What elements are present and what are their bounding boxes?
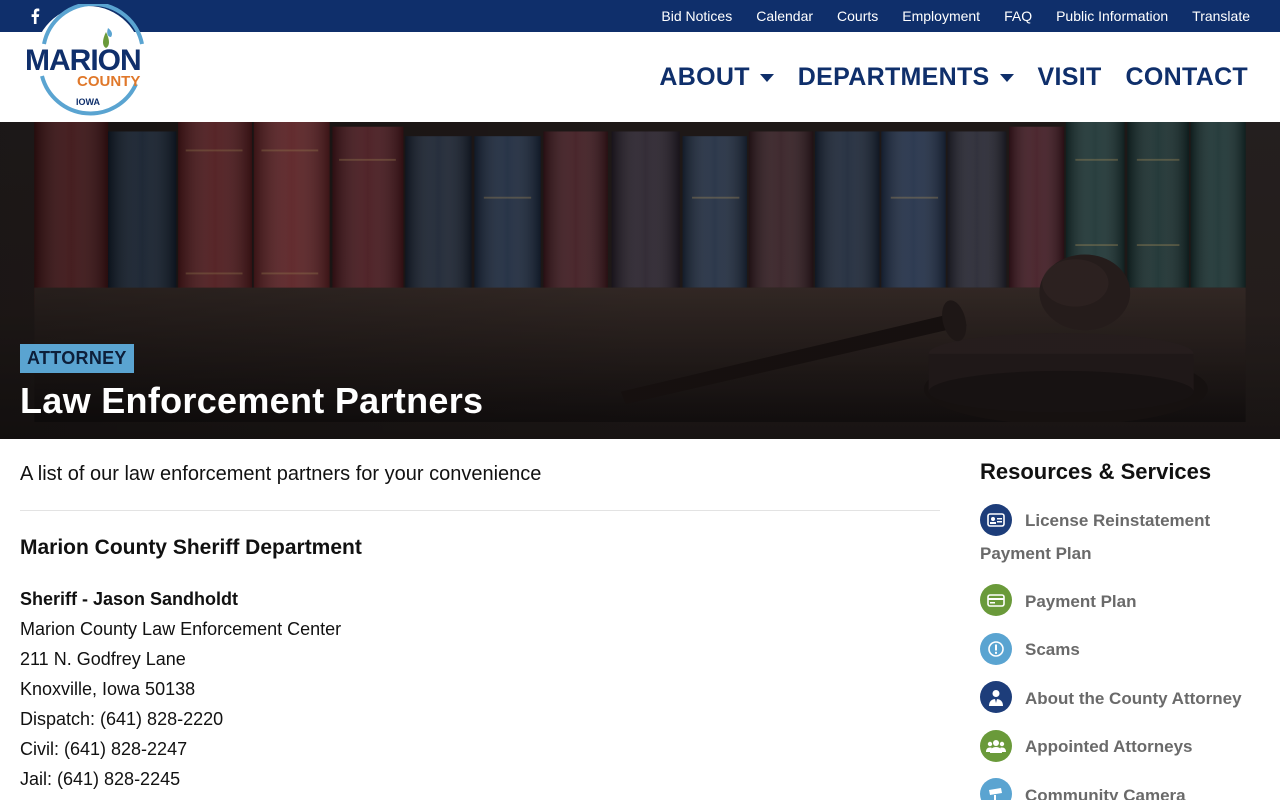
resource-label: About the County Attorney bbox=[1025, 688, 1242, 708]
resource-appointed-attorneys[interactable]: Appointed Attorneys bbox=[980, 729, 1270, 764]
hero-banner: ATTORNEY Law Enforcement Partners bbox=[0, 122, 1280, 439]
contact-line-building: Marion County Law Enforcement Center bbox=[20, 619, 342, 639]
nav-about-label: ABOUT bbox=[659, 62, 750, 91]
intro-text: A list of our law enforcement partners f… bbox=[20, 463, 542, 485]
hero-category-tag[interactable]: ATTORNEY bbox=[20, 344, 134, 373]
nav-visit-label: VISIT bbox=[1037, 62, 1102, 91]
content-divider bbox=[20, 510, 940, 511]
main-nav: ABOUT DEPARTMENTS VISIT CONTACT bbox=[659, 32, 1248, 122]
resource-payment-plan[interactable]: Payment Plan bbox=[980, 584, 1270, 619]
resource-community-camera[interactable]: Community Camera bbox=[980, 778, 1270, 800]
contact-heading: Sheriff - Jason Sandholdt bbox=[20, 589, 239, 609]
util-link-public-information[interactable]: Public Information bbox=[1056, 8, 1168, 24]
util-link-calendar[interactable]: Calendar bbox=[756, 8, 813, 24]
util-link-employment[interactable]: Employment bbox=[902, 8, 980, 24]
util-link-translate[interactable]: Translate bbox=[1192, 8, 1250, 24]
resource-label: Payment Plan bbox=[1025, 591, 1137, 611]
camera-icon bbox=[980, 778, 1012, 800]
contact-line-dispatch: Dispatch: (641) 828-2220 bbox=[20, 709, 224, 729]
credit-card-icon bbox=[980, 584, 1012, 617]
sheriff-contact-block: Sheriff - Jason Sandholdt Marion County … bbox=[20, 584, 940, 794]
resource-label: Scams bbox=[1025, 640, 1080, 660]
alert-icon bbox=[980, 632, 1012, 665]
nav-visit[interactable]: VISIT bbox=[1038, 63, 1102, 92]
logo-text-iowa: IOWA bbox=[76, 97, 100, 107]
contact-line-street: 211 N. Godfrey Lane bbox=[20, 649, 186, 669]
resources-sidebar: Resources & Services License Reinstateme… bbox=[980, 439, 1270, 800]
site-header: ABOUT DEPARTMENTS VISIT CONTACT bbox=[0, 32, 1280, 122]
utility-bar: Bid Notices Calendar Courts Employment F… bbox=[0, 0, 1280, 32]
chevron-down-icon bbox=[759, 74, 774, 82]
utility-links: Bid Notices Calendar Courts Employment F… bbox=[661, 0, 1250, 32]
resource-label: Appointed Attorneys bbox=[1025, 737, 1193, 757]
resource-scams[interactable]: Scams bbox=[980, 632, 1270, 667]
resources-list: License Reinstatement Payment Plan Payme… bbox=[980, 503, 1270, 800]
contact-line-jail: Jail: (641) 828-2245 bbox=[20, 769, 181, 789]
nav-contact-label: CONTACT bbox=[1125, 62, 1248, 91]
util-link-faq[interactable]: FAQ bbox=[1004, 8, 1032, 24]
contact-line-city: Knoxville, Iowa 50138 bbox=[20, 679, 196, 699]
nav-contact[interactable]: CONTACT bbox=[1126, 63, 1248, 92]
id-card-icon bbox=[980, 503, 1012, 536]
util-link-courts[interactable]: Courts bbox=[837, 8, 878, 24]
resource-about-county-attorney[interactable]: About the County Attorney bbox=[980, 681, 1270, 716]
resource-license-reinstatement[interactable]: License Reinstatement Payment Plan bbox=[980, 503, 1270, 570]
contact-line-civil: Civil: (641) 828-2247 bbox=[20, 739, 188, 759]
nav-departments-label: DEPARTMENTS bbox=[797, 62, 990, 91]
resource-label: Community Camera bbox=[1025, 785, 1186, 800]
site-logo[interactable]: MARION COUNTY IOWA bbox=[22, 1, 154, 116]
section-title: Marion County Sheriff Department bbox=[20, 536, 362, 559]
util-link-bid-notices[interactable]: Bid Notices bbox=[661, 8, 732, 24]
sidebar-title: Resources & Services bbox=[980, 459, 1212, 484]
attorney-icon bbox=[980, 681, 1012, 714]
main-content: A list of our law enforcement partners f… bbox=[20, 439, 940, 794]
chevron-down-icon bbox=[999, 74, 1014, 82]
nav-departments[interactable]: DEPARTMENTS bbox=[798, 63, 1014, 92]
nav-about[interactable]: ABOUT bbox=[659, 62, 774, 92]
resource-label: License Reinstatement Payment Plan bbox=[980, 511, 1211, 563]
group-icon bbox=[980, 729, 1012, 762]
page-title: Law Enforcement Partners bbox=[20, 380, 484, 421]
logo-text-county: COUNTY bbox=[77, 73, 140, 90]
